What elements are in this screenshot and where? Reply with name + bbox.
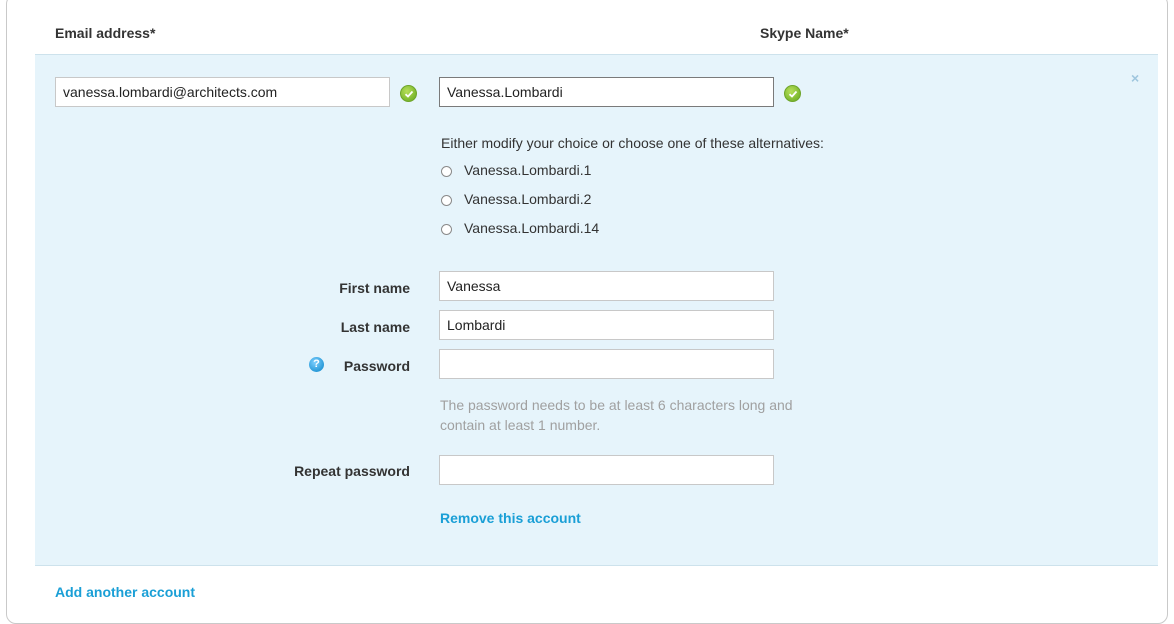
email-column-header: Email address* — [55, 25, 156, 41]
password-hint-line: contain at least 1 number. — [440, 417, 601, 433]
repeat-password-field[interactable] — [439, 455, 774, 485]
radio-button[interactable] — [441, 195, 452, 206]
skype-valid-check-icon — [784, 85, 801, 102]
last-name-field[interactable] — [439, 310, 774, 340]
radio-button[interactable] — [441, 166, 452, 177]
remove-account-link[interactable]: Remove this account — [440, 510, 581, 526]
email-field[interactable] — [55, 77, 390, 107]
password-label: Password — [343, 358, 410, 374]
email-valid-check-icon — [400, 85, 417, 102]
alternative-label: Vanessa.Lombardi.14 — [464, 220, 600, 236]
password-hint: The password needs to be at least 6 char… — [440, 395, 870, 435]
radio-button[interactable] — [441, 224, 452, 235]
skype-name-field[interactable] — [439, 77, 774, 107]
alternatives-note: Either modify your choice or choose one … — [441, 135, 824, 151]
add-account-link[interactable]: Add another account — [55, 584, 195, 600]
first-name-field[interactable] — [439, 271, 774, 301]
first-name-label: First name — [339, 280, 410, 296]
alternative-label: Vanessa.Lombardi.1 — [464, 162, 592, 178]
alternative-label: Vanessa.Lombardi.2 — [464, 191, 592, 207]
last-name-label: Last name — [340, 319, 410, 335]
password-hint-line: The password needs to be at least 6 char… — [440, 397, 793, 413]
password-field[interactable] — [439, 349, 774, 379]
repeat-password-label: Repeat password — [294, 463, 410, 479]
close-icon[interactable]: × — [1131, 70, 1139, 86]
skype-column-header: Skype Name* — [760, 25, 849, 41]
